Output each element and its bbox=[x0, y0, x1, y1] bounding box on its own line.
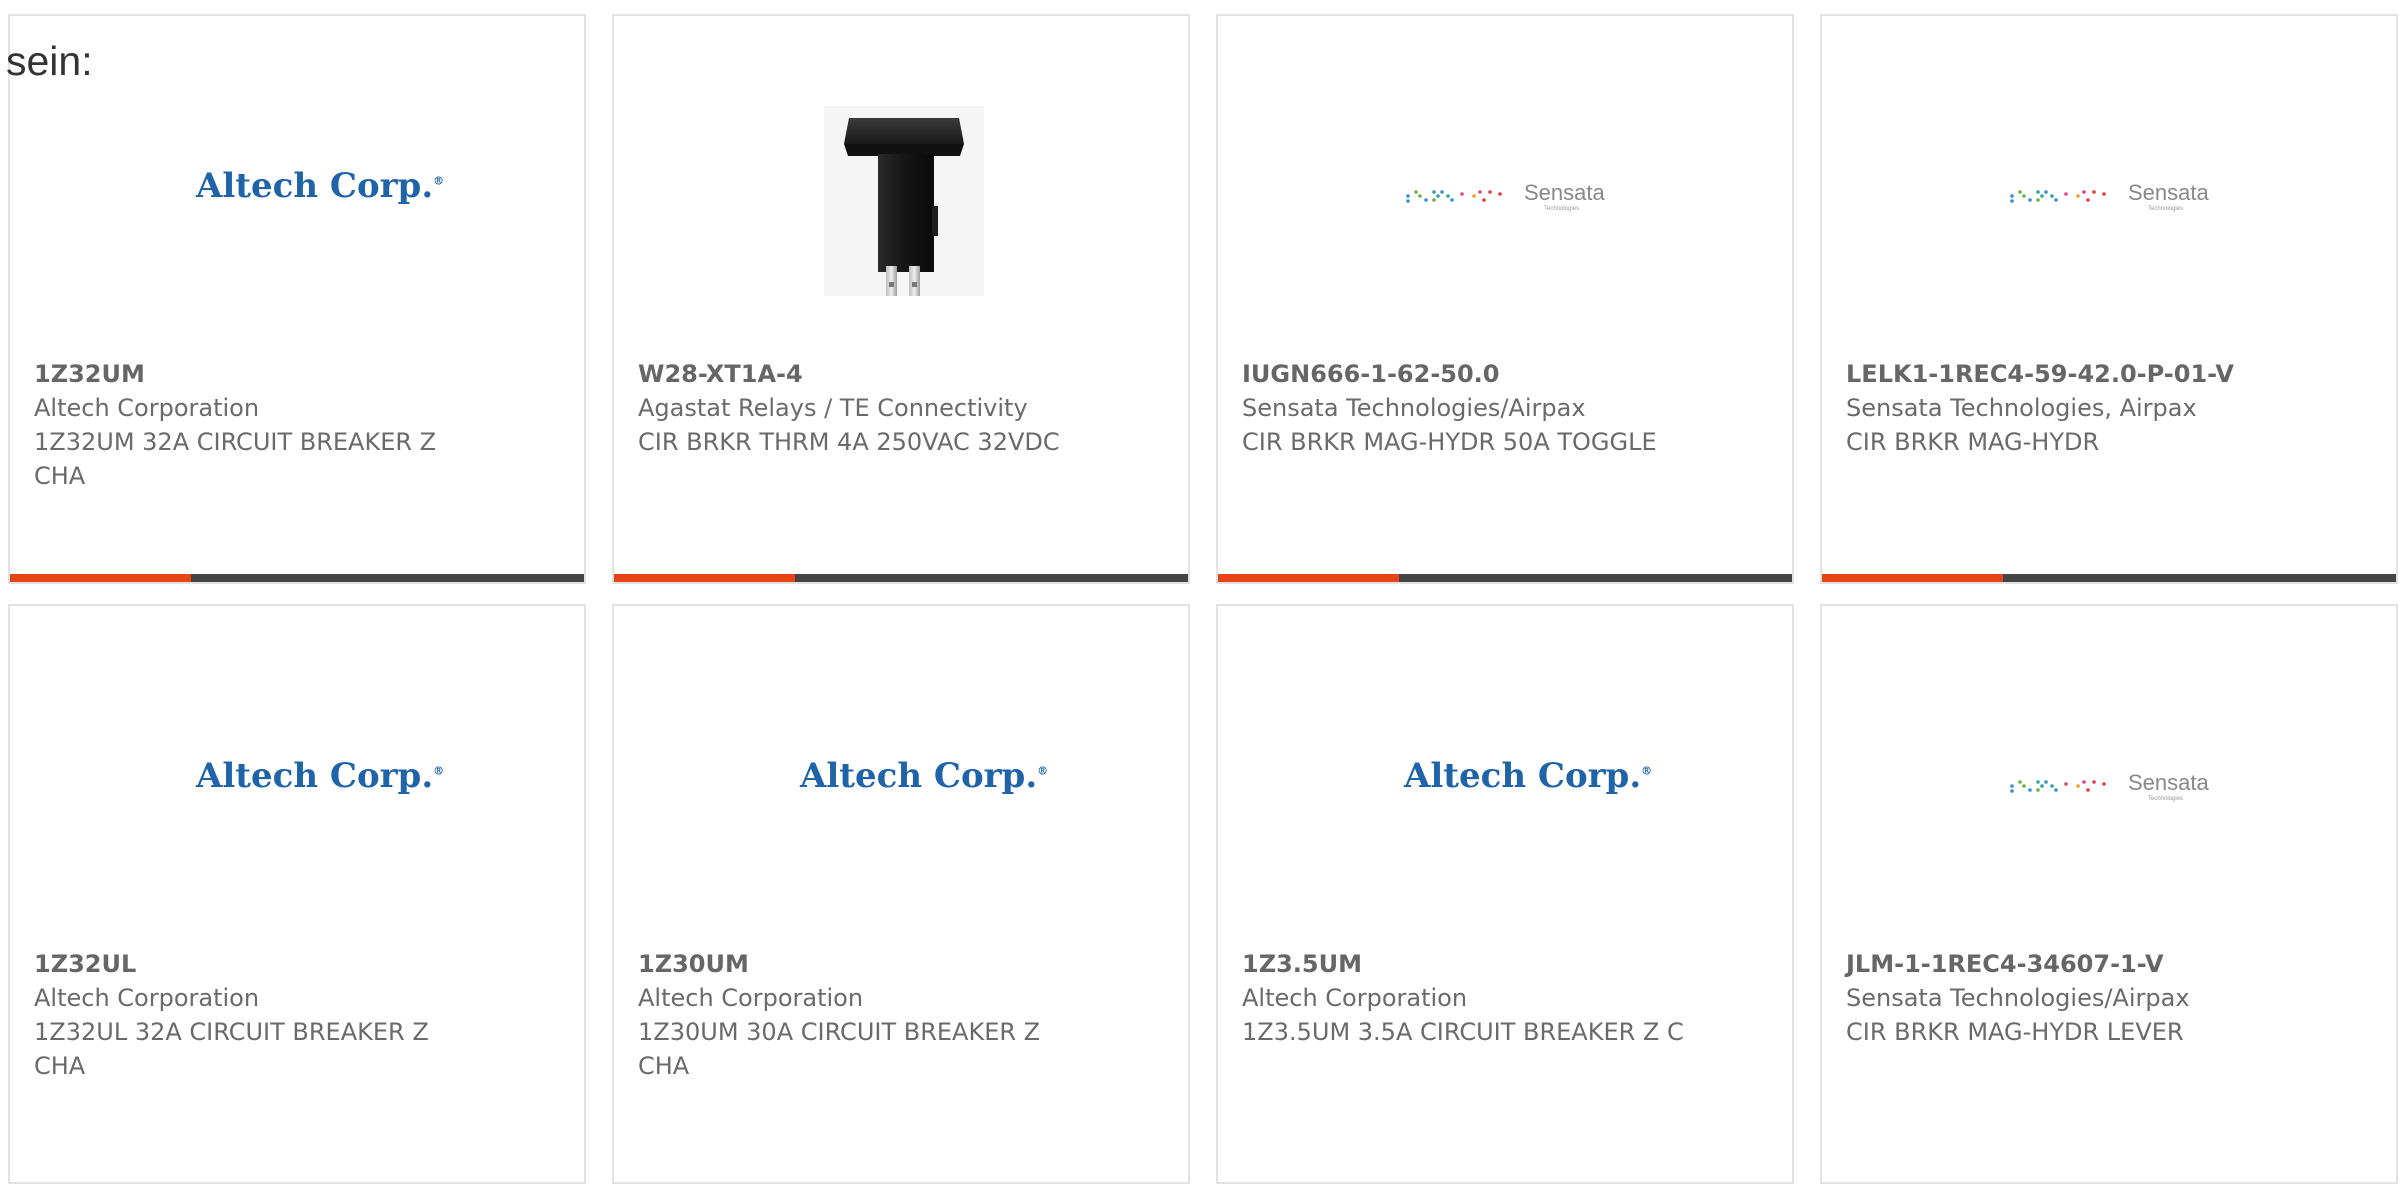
product-image-area[interactable]: Sensata Technologies bbox=[1218, 16, 1792, 356]
part-number[interactable]: 1Z3.5UM bbox=[1242, 947, 1692, 981]
altech-logo: Altech Corp.® bbox=[196, 166, 445, 206]
product-card[interactable]: Sensata Technologies IUGN666-1-62-50.0 S… bbox=[1216, 14, 1794, 584]
manufacturer: Sensata Technologies, Airpax bbox=[1846, 394, 2197, 422]
description: 1Z3.5UM 3.5A CIRCUIT BREAKER Z C bbox=[1242, 1018, 1684, 1046]
product-card[interactable]: Altech Corp.® 1Z3.5UM Altech Corporation… bbox=[1216, 604, 1794, 1184]
sensata-logo: Sensata Technologies bbox=[2008, 176, 2218, 216]
description: CIR BRKR MAG-HYDR bbox=[1846, 428, 2100, 456]
description: 1Z32UL 32A CIRCUIT BREAKER Z CHA bbox=[34, 1018, 429, 1080]
product-card[interactable]: Altech Corp.® 1Z30UM Altech Corporation … bbox=[612, 604, 1190, 1184]
product-card[interactable]: Sensata Technologies JLM-1-1REC4-34607-1… bbox=[1820, 604, 2398, 1184]
manufacturer: Sensata Technologies/Airpax bbox=[1242, 394, 1586, 422]
sensata-dots-icon bbox=[1406, 190, 1502, 203]
manufacturer: Altech Corporation bbox=[34, 394, 260, 422]
sensata-subtext: Technologies bbox=[2148, 206, 2184, 212]
sensata-logo: Sensata Technologies bbox=[2008, 766, 2218, 806]
altech-logo: Altech Corp.® bbox=[800, 756, 1049, 796]
manufacturer: Agastat Relays / TE Connectivity bbox=[638, 394, 1028, 422]
product-image-area[interactable]: Altech Corp.® bbox=[10, 606, 584, 946]
manufacturer: Altech Corporation bbox=[34, 984, 260, 1012]
sensata-subtext: Technologies bbox=[1544, 206, 1580, 212]
sensata-wordmark: Sensata bbox=[1524, 180, 1605, 205]
card-accent-bar bbox=[614, 574, 1188, 582]
description: CIR BRKR MAG-HYDR LEVER bbox=[1846, 1018, 2184, 1046]
manufacturer: Sensata Technologies/Airpax bbox=[1846, 984, 2190, 1012]
sensata-wordmark: Sensata bbox=[2128, 180, 2209, 205]
product-image-area[interactable] bbox=[614, 16, 1188, 356]
altech-logo: Altech Corp.® bbox=[196, 756, 445, 796]
card-accent-bar bbox=[10, 574, 584, 582]
product-image-area[interactable]: Altech Corp.® bbox=[614, 606, 1188, 946]
card-accent-bar bbox=[1822, 574, 2396, 582]
altech-logo: Altech Corp.® bbox=[1404, 756, 1653, 796]
product-image-area[interactable]: Altech Corp.® bbox=[10, 16, 584, 356]
description: 1Z32UM 32A CIRCUIT BREAKER Z CHA bbox=[34, 428, 437, 490]
description: CIR BRKR MAG-HYDR 50A TOGGLE bbox=[1242, 428, 1657, 456]
manufacturer: Altech Corporation bbox=[638, 984, 864, 1012]
part-number[interactable]: 1Z32UL bbox=[34, 947, 484, 981]
sensata-wordmark: Sensata bbox=[2128, 770, 2209, 795]
page-label: sein: bbox=[6, 38, 93, 84]
product-card[interactable]: Sensata Technologies LELK1-1REC4-59-42.0… bbox=[1820, 14, 2398, 584]
part-number[interactable]: JLM-1-1REC4-34607-1-V bbox=[1846, 947, 2296, 981]
product-image-area[interactable]: Altech Corp.® bbox=[1218, 606, 1792, 946]
part-number[interactable]: 1Z32UM bbox=[34, 357, 484, 391]
product-card[interactable]: Altech Corp.® 1Z32UL Altech Corporation … bbox=[8, 604, 586, 1184]
card-accent-bar bbox=[1218, 574, 1792, 582]
product-image-area[interactable]: Sensata Technologies bbox=[1822, 606, 2396, 946]
breaker-product-image bbox=[824, 106, 984, 296]
product-image-area[interactable]: Sensata Technologies bbox=[1822, 16, 2396, 356]
product-card[interactable]: Altech Corp.® 1Z32UM Altech Corporation … bbox=[8, 14, 586, 584]
product-card[interactable]: W28-XT1A-4 Agastat Relays / TE Connectiv… bbox=[612, 14, 1190, 584]
sensata-logo: Sensata Technologies bbox=[1404, 176, 1614, 216]
part-number[interactable]: W28-XT1A-4 bbox=[638, 357, 1088, 391]
description: CIR BRKR THRM 4A 250VAC 32VDC bbox=[638, 428, 1060, 456]
part-number[interactable]: IUGN666-1-62-50.0 bbox=[1242, 357, 1692, 391]
manufacturer: Altech Corporation bbox=[1242, 984, 1468, 1012]
description: 1Z30UM 30A CIRCUIT BREAKER Z CHA bbox=[638, 1018, 1041, 1080]
sensata-dots-icon bbox=[2010, 780, 2106, 793]
sensata-subtext: Technologies bbox=[2148, 796, 2184, 802]
part-number[interactable]: 1Z30UM bbox=[638, 947, 1088, 981]
sensata-dots-icon bbox=[2010, 190, 2106, 203]
part-number[interactable]: LELK1-1REC4-59-42.0-P-01-V bbox=[1846, 357, 2296, 391]
